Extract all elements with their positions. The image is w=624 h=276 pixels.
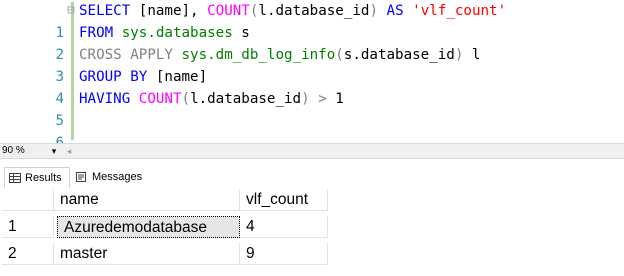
code-text[interactable]: GROUP BY [name] <box>79 66 207 88</box>
code-token: FROM <box>79 25 122 41</box>
code-line[interactable]: 4 GROUP BY [name] <box>0 66 624 107</box>
code-token: 'vlf_count' <box>412 3 507 19</box>
code-line[interactable]: 3 CROSS APPLY sys.dm_db_log_info(s.datab… <box>0 44 624 85</box>
editor-status-strip: 90 % ▾ ◂ <box>0 143 624 159</box>
scroll-left-icon[interactable]: ◂ <box>63 145 75 157</box>
code-token: ( <box>335 47 344 63</box>
code-text[interactable]: CROSS APPLY sys.dm_db_log_info(s.databas… <box>79 44 480 66</box>
code-text[interactable]: HAVING COUNT(l.database_id) > 1 <box>79 88 344 110</box>
code-token: SELECT <box>79 3 139 19</box>
grid-cell[interactable]: master <box>54 243 240 265</box>
code-text[interactable]: SELECT [name], COUNT(l.database_id) AS '… <box>79 0 506 22</box>
code-line[interactable]: 2 FROM sys.databases s <box>0 22 624 63</box>
collapse-icon[interactable]: ⊟ <box>67 0 77 22</box>
code-token: l <box>463 47 481 63</box>
code-token: s.database_id <box>343 47 455 63</box>
tab-messages[interactable]: Messages <box>72 167 148 187</box>
tab-messages-label: Messages <box>92 171 143 183</box>
grid-cell[interactable]: 4 <box>240 216 328 238</box>
code-token: AS <box>378 3 413 19</box>
code-token: 1 <box>335 91 344 107</box>
query-editor[interactable]: 1 ⊟ SELECT [name], COUNT(l.database_id) … <box>0 0 624 143</box>
code-line[interactable]: 1 ⊟ SELECT [name], COUNT(l.database_id) … <box>0 0 624 41</box>
column-header[interactable]: vlf_count <box>240 189 328 211</box>
code-token: ) <box>369 3 378 19</box>
tab-results[interactable]: Results <box>4 167 70 188</box>
row-number[interactable]: 2 <box>2 243 54 265</box>
zoom-level[interactable]: 90 % <box>2 145 25 157</box>
code-token: s <box>232 25 250 41</box>
code-token: COUNT <box>138 91 182 107</box>
row-header-corner[interactable] <box>2 189 54 211</box>
code-token: COUNT <box>207 3 250 19</box>
code-token: GROUP BY <box>79 69 156 85</box>
code-text[interactable]: FROM sys.databases s <box>79 22 250 44</box>
code-token: sys.dm_db_log_info <box>181 47 336 63</box>
messages-icon <box>76 172 86 182</box>
code-line[interactable]: 6 <box>0 110 624 143</box>
code-token: > <box>309 91 336 107</box>
code-token: [name] <box>155 69 208 85</box>
code-token: l.database_id <box>190 91 302 107</box>
grid-cell[interactable]: 9 <box>240 243 328 265</box>
code-line[interactable]: 7 <box>0 130 624 143</box>
column-header[interactable]: name <box>54 189 240 211</box>
results-grid[interactable]: name vlf_count 1 Azuredemodatabase 4 2 m… <box>2 189 624 276</box>
grid-icon <box>9 173 21 183</box>
tab-results-label: Results <box>25 172 62 184</box>
code-token: ( <box>181 91 191 107</box>
code-token: CROSS APPLY <box>79 47 182 63</box>
code-token: sys.databases <box>121 25 233 41</box>
grid-cell[interactable]: Azuredemodatabase <box>57 216 240 238</box>
code-line[interactable]: 5 HAVING COUNT(l.database_id) > 1 <box>0 88 624 129</box>
code-token: l.database_id <box>258 3 370 19</box>
chevron-down-icon[interactable]: ▾ <box>48 145 60 157</box>
code-token: [name], <box>138 3 208 19</box>
code-token: HAVING <box>79 91 139 107</box>
results-tab-strip: Results Messages <box>0 167 624 189</box>
row-number[interactable]: 1 <box>2 216 54 238</box>
code-token: ) <box>301 91 310 107</box>
